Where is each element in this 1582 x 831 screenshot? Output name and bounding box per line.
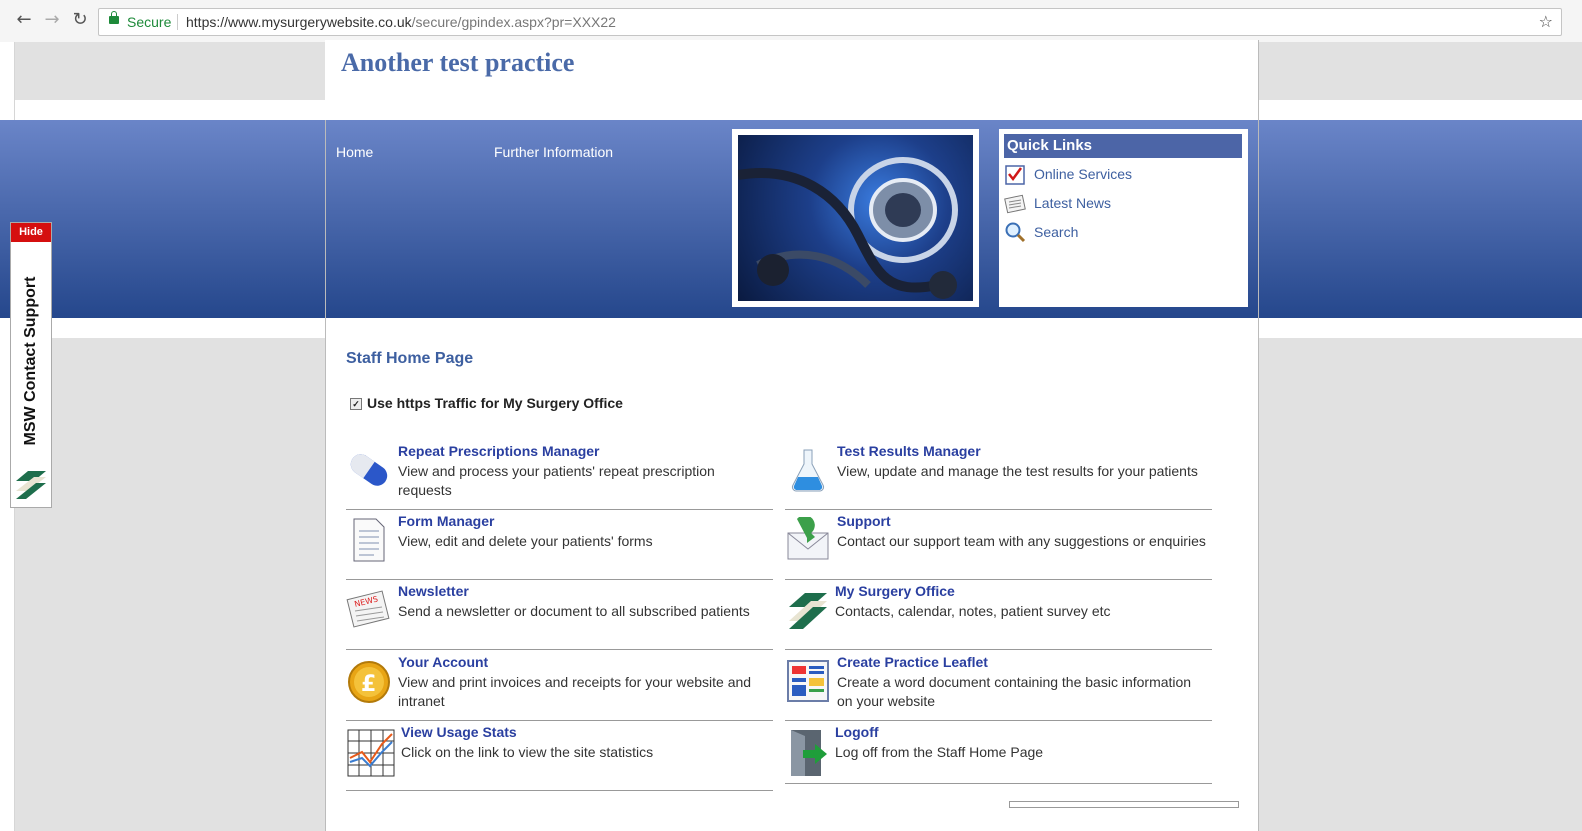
menu-item-view-usage-stats[interactable]: View Usage Stats Click on the link to vi… (346, 724, 773, 791)
https-option: ✓ Use https Traffic for My Surgery Office (350, 395, 623, 411)
menu-item-title: My Surgery Office (835, 583, 955, 599)
quick-links-panel: Quick Links Online Services Latest News … (999, 129, 1248, 307)
menu-item-desc: View and process your patients' repeat p… (398, 463, 715, 498)
https-checkbox-label: Use https Traffic for My Surgery Office (367, 395, 623, 411)
footer-bar (1009, 801, 1239, 808)
pound-coin-icon: £ (348, 661, 390, 703)
checklist-icon (1005, 165, 1025, 185)
menu-item-desc: Contacts, calendar, notes, patient surve… (835, 603, 1111, 619)
menu-item-your-account[interactable]: £ Your Account View and print invoices a… (346, 654, 773, 721)
menu-item-repeat-prescriptions[interactable]: Repeat Prescriptions Manager View and pr… (346, 443, 773, 510)
newspaper-icon (1004, 194, 1026, 214)
url-text: https://www.mysurgerywebsite.co.uk/secur… (186, 9, 616, 35)
menu-item-desc: Send a newsletter or document to all sub… (398, 603, 750, 619)
menu-item-desc: View and print invoices and receipts for… (398, 674, 752, 709)
msw-logo-icon (789, 593, 827, 629)
flask-icon (791, 449, 825, 492)
stethoscope-image (738, 135, 973, 301)
forward-arrow-icon[interactable]: → (42, 10, 62, 30)
chart-icon (347, 729, 395, 777)
leaflet-icon (787, 660, 829, 702)
menu-item-create-practice-leaflet[interactable]: Create Practice Leaflet Create a word do… (785, 654, 1212, 721)
bookmark-star-icon[interactable]: ☆ (1539, 9, 1553, 35)
door-exit-icon (791, 730, 827, 776)
back-arrow-icon[interactable]: ← (14, 10, 34, 30)
header-photo (732, 129, 979, 307)
document-icon (353, 518, 385, 562)
nav-home[interactable]: Home (336, 144, 373, 160)
browser-toolbar: ← → ↻ Secure https://www.mysurgerywebsit… (0, 0, 1582, 43)
quick-link-label: Online Services (1034, 166, 1133, 182)
menu-item-title: View Usage Stats (401, 724, 517, 740)
menu-item-form-manager[interactable]: Form Manager View, edit and delete your … (346, 513, 773, 580)
secure-label: Secure (127, 14, 172, 30)
msw-logo-icon (16, 471, 46, 499)
menu-item-title: Repeat Prescriptions Manager (398, 443, 600, 459)
https-checkbox[interactable]: ✓ (350, 398, 362, 410)
divider (177, 14, 178, 30)
practice-title: Another test practice (341, 48, 575, 77)
lock-icon (109, 11, 119, 24)
url-path: /secure/gpindex.aspx?pr=XXX22 (411, 14, 616, 30)
menu-item-desc: View, update and manage the test results… (837, 463, 1198, 479)
contact-support-tab[interactable]: Hide MSW Contact Support (10, 222, 52, 508)
menu-item-my-surgery-office[interactable]: My Surgery Office Contacts, calendar, no… (785, 583, 1212, 650)
menu-item-desc: Log off from the Staff Home Page (835, 744, 1044, 760)
menu-item-title: Form Manager (398, 513, 495, 529)
menu-item-desc: Create a word document containing the ba… (837, 674, 1192, 709)
menu-item-desc: View, edit and delete your patients' for… (398, 533, 653, 549)
quick-link-label: Search (1034, 224, 1079, 240)
magnifier-icon (1005, 222, 1026, 243)
menu-item-newsletter[interactable]: NEWS Newsletter Send a newsletter or doc… (346, 583, 773, 650)
newspaper-icon: NEWS (346, 590, 390, 628)
envelope-icon (787, 517, 829, 560)
menu-item-support[interactable]: Support Contact our support team with an… (785, 513, 1212, 580)
contact-support-label: MSW Contact Support (22, 276, 39, 446)
menu-item-title: Create Practice Leaflet (837, 654, 988, 670)
svg-text:£: £ (361, 672, 376, 697)
page-title: Staff Home Page (346, 350, 474, 367)
menu-item-title: Logoff (835, 724, 879, 740)
address-bar[interactable]: Secure https://www.mysurgerywebsite.co.u… (98, 8, 1562, 36)
menu-item-desc: Click on the link to view the site stati… (401, 744, 654, 760)
menu-item-desc: Contact our support team with any sugges… (837, 533, 1206, 549)
quick-link-label: Latest News (1034, 195, 1112, 211)
capsule-icon (350, 454, 388, 486)
menu-item-title: Your Account (398, 654, 489, 670)
quick-links-title: Quick Links (1004, 134, 1242, 158)
reload-icon[interactable]: ↻ (70, 10, 90, 30)
menu-item-title: Test Results Manager (837, 443, 981, 459)
menu-item-title: Newsletter (398, 583, 469, 599)
nav-further-information[interactable]: Further Information (494, 144, 613, 160)
menu-item-title: Support (837, 513, 891, 529)
hide-button[interactable]: Hide (11, 223, 51, 242)
url-domain: https://www.mysurgerywebsite.co.uk (186, 14, 412, 30)
menu-item-test-results[interactable]: Test Results Manager View, update and ma… (785, 443, 1212, 510)
menu-item-logoff[interactable]: Logoff Log off from the Staff Home Page (785, 724, 1212, 784)
